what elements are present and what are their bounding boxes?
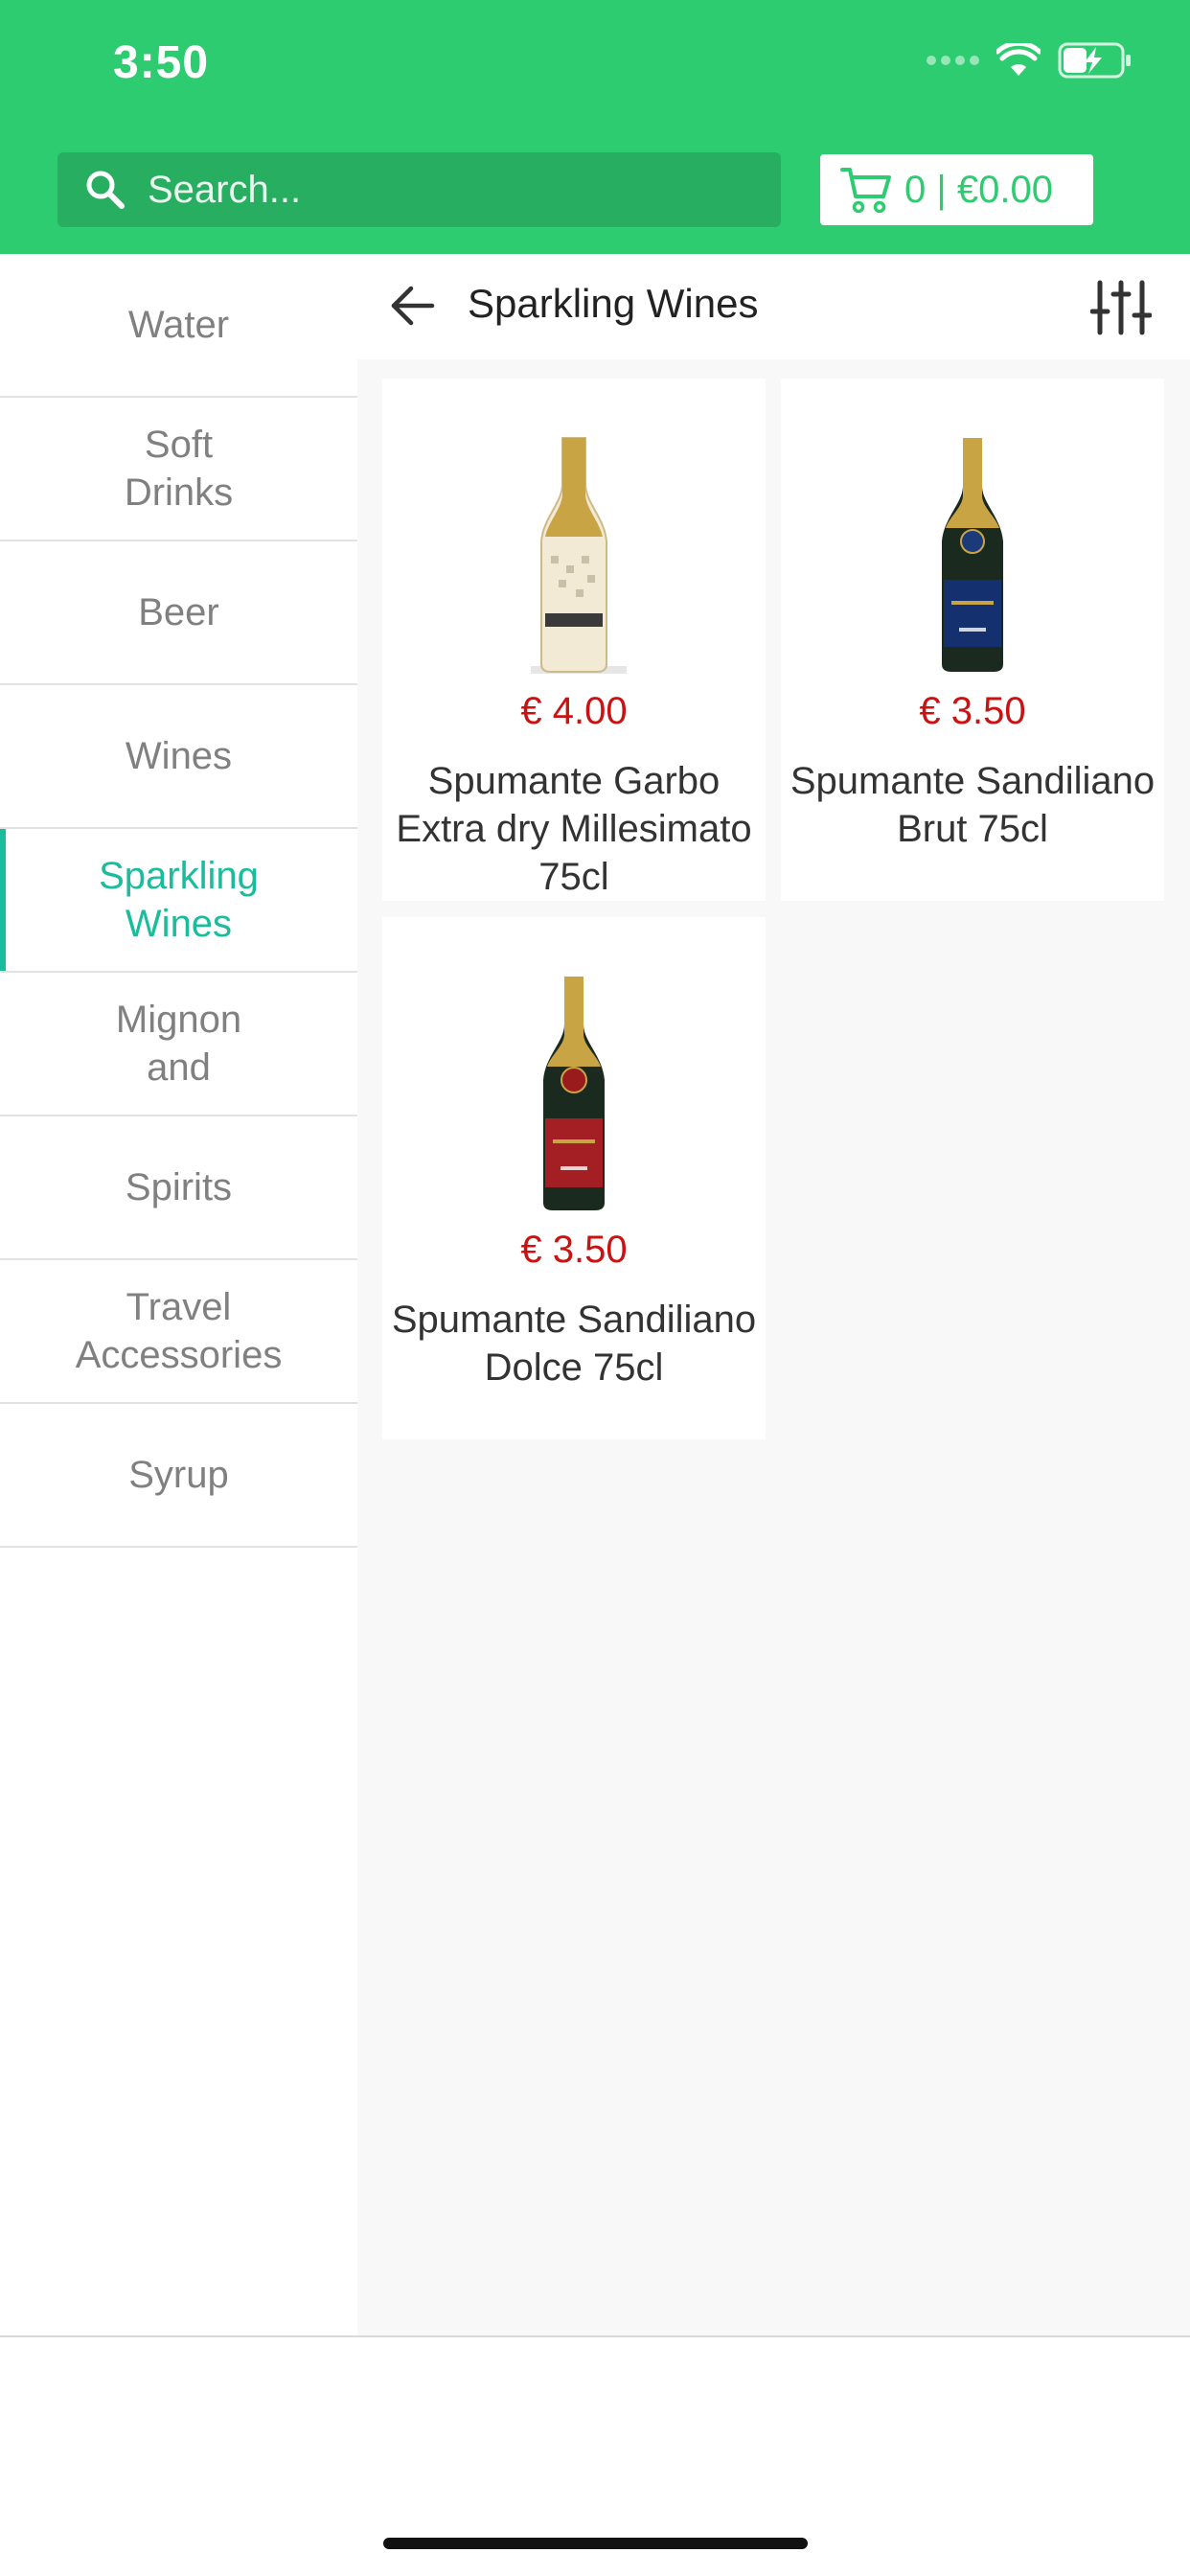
sidebar-item-beer[interactable]: Beer: [0, 541, 357, 685]
sidebar-item-label: Soft Drinks: [124, 424, 234, 514]
sidebar-item-label: Wines: [125, 735, 233, 777]
product-card[interactable]: € 3.50 Spumante Sandiliano Dolce 75cl: [382, 917, 766, 1439]
product-area: Sparkling Wines € 4.00 Spumante Garbo Ex…: [357, 254, 1190, 2335]
app-header: 3:50 Search... 0 | €0.00: [0, 0, 1190, 254]
product-image: [382, 975, 766, 1214]
sidebar-item-label: Syrup: [128, 1454, 229, 1496]
gold-bottle-icon: [531, 437, 627, 674]
category-sidebar: Water Soft Drinks Beer Wines Sparkling W…: [0, 254, 357, 2335]
product-price: € 4.00: [520, 690, 628, 732]
sidebar-item-label: Spirits: [125, 1166, 233, 1208]
battery-charging-icon: [1058, 42, 1131, 79]
cart-icon: [840, 168, 891, 214]
status-icons: [927, 42, 1133, 79]
product-card[interactable]: € 4.00 Spumante Garbo Extra dry Millesim…: [382, 379, 766, 901]
sidebar-item-label: Mignon and: [115, 999, 242, 1089]
signal-icon: [927, 56, 979, 65]
sidebar-item-water[interactable]: Water: [0, 254, 357, 398]
product-image: [781, 436, 1164, 676]
product-name: Spumante Sandiliano Dolce 75cl: [391, 1299, 757, 1389]
wifi-icon: [996, 43, 1041, 76]
sidebar-item-spirits[interactable]: Spirits: [0, 1116, 357, 1260]
product-name: Spumante Sandiliano Brut 75cl: [790, 760, 1156, 850]
back-arrow-icon[interactable]: [386, 279, 440, 333]
search-icon: [86, 171, 125, 209]
sidebar-item-label: Sparkling Wines: [99, 855, 259, 945]
sidebar-item-syrup[interactable]: Syrup: [0, 1404, 357, 1548]
status-time: 3:50: [113, 37, 210, 88]
sidebar-item-label: Travel Accessories: [75, 1286, 283, 1376]
sidebar-item-sparkling-wines[interactable]: Sparkling Wines: [0, 829, 357, 973]
cart-button[interactable]: 0 | €0.00: [820, 154, 1093, 225]
product-price: € 3.50: [919, 690, 1026, 732]
search-input[interactable]: Search...: [57, 152, 781, 227]
category-header: Sparkling Wines: [357, 254, 1190, 359]
home-indicator[interactable]: [383, 2538, 808, 2549]
product-card[interactable]: € 3.50 Spumante Sandiliano Brut 75cl: [781, 379, 1164, 901]
product-name: Spumante Garbo Extra dry Millesimato 75c…: [396, 760, 752, 898]
sidebar-item-label: Water: [127, 304, 230, 346]
red-label-bottle-icon: [543, 977, 605, 1210]
sidebar-item-wines[interactable]: Wines: [0, 685, 357, 829]
sidebar-item-label: Beer: [138, 591, 219, 633]
sidebar-item-mignon[interactable]: Mignon and: [0, 973, 357, 1116]
category-title: Sparkling Wines: [468, 281, 759, 326]
filter-sliders-icon[interactable]: [1090, 277, 1152, 338]
product-price: € 3.50: [520, 1229, 628, 1271]
cart-summary: 0 | €0.00: [904, 168, 1053, 211]
search-placeholder: Search...: [148, 168, 302, 211]
sidebar-item-travel-accessories[interactable]: Travel Accessories: [0, 1260, 357, 1404]
sidebar-item-soft-drinks[interactable]: Soft Drinks: [0, 398, 357, 541]
blue-label-bottle-icon: [942, 438, 1003, 672]
product-image: [382, 436, 766, 676]
